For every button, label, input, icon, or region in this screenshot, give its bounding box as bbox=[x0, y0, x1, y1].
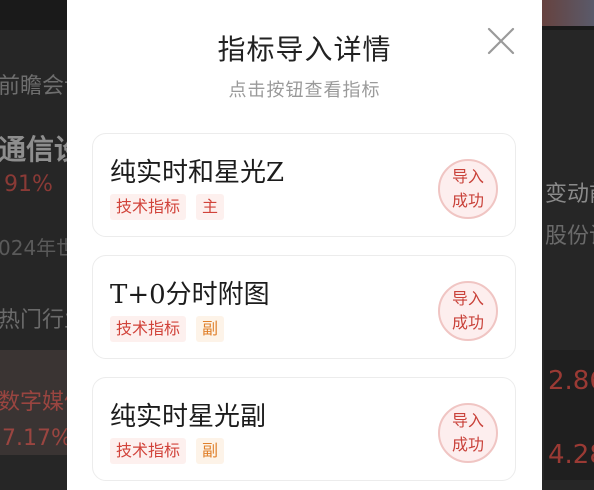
background-text: 4.28 bbox=[548, 440, 594, 470]
tag-category: 技术指标 bbox=[110, 194, 187, 220]
import-success-stamp: 导入成功 bbox=[438, 281, 498, 341]
indicator-tags: 技术指标 副 bbox=[110, 438, 225, 464]
background-text: 2.86 bbox=[548, 366, 594, 396]
indicator-card[interactable]: T+0分时附图 技术指标 副 导入成功 bbox=[92, 255, 516, 359]
tag-category: 技术指标 bbox=[110, 438, 187, 464]
indicator-card[interactable]: 纯实时和星光Z 技术指标 主 导入成功 bbox=[92, 133, 516, 237]
indicator-card[interactable]: 纯实时星光副 技术指标 副 导入成功 bbox=[92, 377, 516, 481]
background-text: 024年世 bbox=[0, 236, 77, 260]
tag-type: 主 bbox=[196, 194, 225, 220]
import-success-stamp: 导入成功 bbox=[438, 159, 498, 219]
indicator-name: T+0分时附图 bbox=[110, 280, 270, 310]
tag-category: 技术指标 bbox=[110, 316, 187, 342]
indicator-import-modal: 指标导入详情 点击按钮查看指标 纯实时和星光Z 技术指标 主 导入成功 T+0分… bbox=[67, 0, 542, 490]
tag-type: 副 bbox=[196, 438, 225, 464]
indicator-tags: 技术指标 主 bbox=[110, 194, 225, 220]
close-icon[interactable] bbox=[486, 26, 516, 56]
modal-title: 指标导入详情 bbox=[217, 33, 392, 66]
background-text: 变动前 bbox=[545, 182, 594, 207]
background-text: 股份计 bbox=[545, 224, 594, 249]
background-text: 91% bbox=[4, 172, 53, 197]
background-text: 7.17% bbox=[2, 426, 72, 451]
indicator-tags: 技术指标 副 bbox=[110, 316, 225, 342]
import-success-stamp: 导入成功 bbox=[438, 403, 498, 463]
indicator-name: 纯实时和星光Z bbox=[110, 158, 285, 188]
modal-subtitle: 点击按钮查看指标 bbox=[228, 80, 381, 101]
indicator-name: 纯实时星光副 bbox=[110, 402, 267, 432]
tag-type: 副 bbox=[196, 316, 225, 342]
